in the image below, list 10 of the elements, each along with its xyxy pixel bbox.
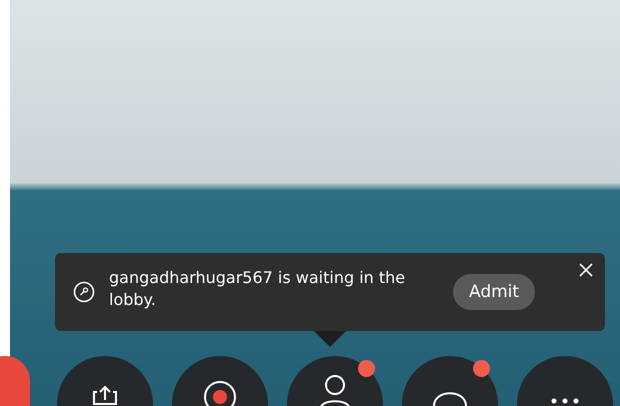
record-icon xyxy=(203,380,237,406)
lobby-message: gangadharhugar567 is waiting in the lobby. xyxy=(109,267,406,311)
person-icon xyxy=(318,374,352,406)
close-icon[interactable] xyxy=(579,263,593,277)
notification-dot xyxy=(358,360,375,377)
share-icon xyxy=(91,384,119,406)
key-icon xyxy=(73,281,95,303)
notification-dot xyxy=(473,360,490,377)
admit-button[interactable]: Admit xyxy=(453,274,536,310)
more-icon xyxy=(550,398,580,404)
